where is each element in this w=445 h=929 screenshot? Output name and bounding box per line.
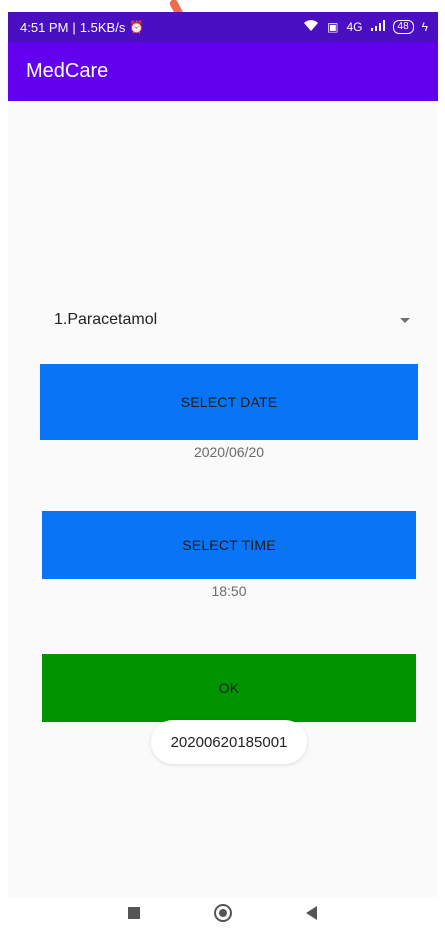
- network-speed: 1.5KB/s: [79, 19, 126, 35]
- status-bar: 4:51 PM | 1.5KB/s ⏰ ▣ 4G 48 ϟ: [8, 12, 438, 42]
- ok-label: OK: [218, 680, 240, 696]
- recents-square-icon[interactable]: [128, 907, 140, 919]
- content-area: [8, 101, 438, 897]
- sim-icon: ▣: [327, 20, 339, 34]
- selected-time-text: 18:50: [211, 583, 247, 599]
- dropdown-arrow-icon: [400, 317, 410, 323]
- status-left: 4:51 PM | 1.5KB/s ⏰: [20, 20, 144, 35]
- selected-date-text: 2020/06/20: [193, 444, 265, 460]
- medicine-spinner[interactable]: 1.Paracetamol: [40, 300, 420, 340]
- status-separator: |: [72, 19, 76, 35]
- back-triangle-icon[interactable]: [306, 906, 317, 920]
- select-date-button[interactable]: SELECT DATE: [40, 364, 418, 440]
- lightning-icon: ϟ: [421, 20, 428, 34]
- app-bar: MedCare: [8, 42, 438, 101]
- ok-button[interactable]: OK: [42, 654, 416, 722]
- select-date-label: SELECT DATE: [180, 394, 278, 410]
- toast-text: 20200620185001: [170, 733, 288, 751]
- select-time-button[interactable]: SELECT TIME: [42, 511, 416, 579]
- alarm-clock-icon: ⏰: [129, 20, 145, 34]
- spinner-selected-value: 1.Paracetamol: [54, 311, 158, 328]
- signal-icon: [370, 20, 385, 34]
- toast-message: 20200620185001: [151, 720, 307, 764]
- home-circle-icon[interactable]: [214, 904, 232, 922]
- signal-label: 4G: [346, 20, 363, 34]
- navigation-bar: [0, 897, 445, 929]
- select-time-label: SELECT TIME: [182, 537, 276, 553]
- app-title: MedCare: [26, 60, 109, 82]
- battery-indicator: 48: [392, 20, 414, 34]
- status-time: 4:51 PM: [20, 19, 69, 35]
- wifi-icon: [303, 19, 319, 35]
- status-right: ▣ 4G 48 ϟ: [303, 19, 428, 35]
